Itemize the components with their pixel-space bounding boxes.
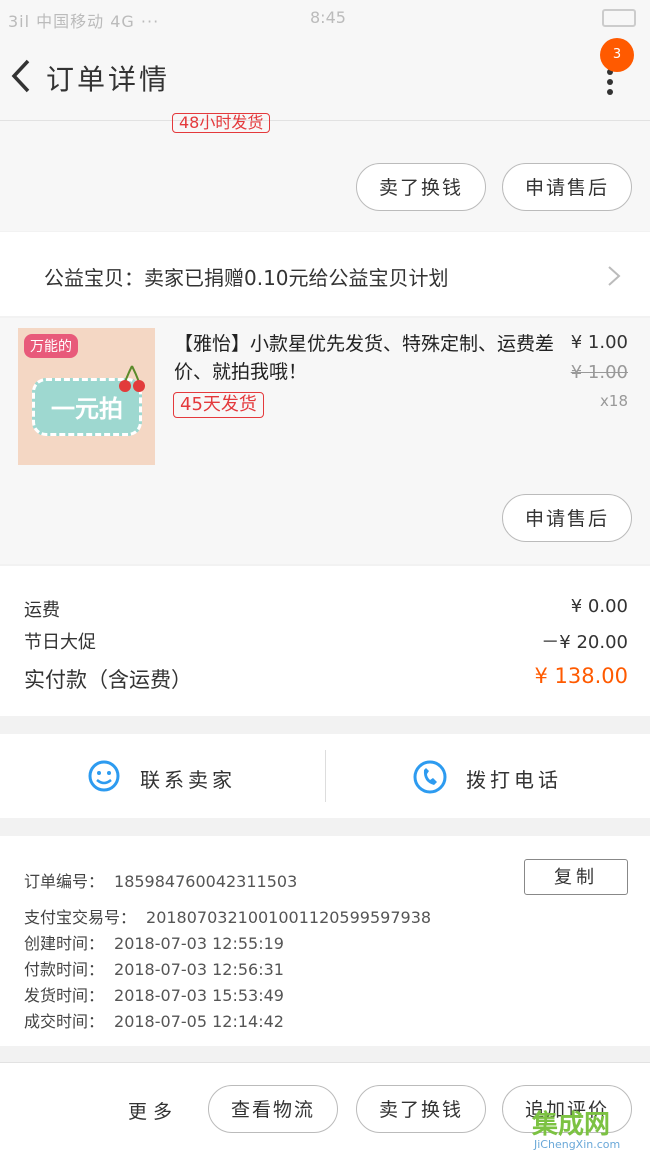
payment-summary: 运费 ¥ 0.00 节日大促 －¥ 20.00 实付款（含运费） ¥ 138.0… (0, 566, 650, 716)
clock: 8:45 (310, 8, 346, 27)
phone-icon (413, 760, 447, 794)
chat-bubble-icon (88, 760, 120, 792)
ship-tag: 48小时发货 (172, 113, 271, 133)
deal-time: 成交时间： 2018-07-05 12:14:42 (24, 1012, 284, 1031)
paid-label: 实付款（含运费） (24, 668, 192, 692)
watermark: 集成网 JiChengXin.com (528, 1104, 646, 1154)
watermark-brand: 集成网 (532, 1110, 611, 1140)
created-time: 创建时间： 2018-07-03 12:55:19 (24, 934, 284, 953)
shipping-label: 运费 (24, 600, 60, 621)
thumb-label-top: 万能的 (24, 334, 78, 358)
contact-seller-button[interactable]: 联系卖家 (0, 734, 325, 818)
contact-bar: 联系卖家 拨打电话 (0, 734, 650, 818)
product-price: ¥ 1.00 (570, 332, 628, 353)
promo-label: 节日大促 (24, 632, 96, 653)
bottom-resell-button[interactable]: 卖了换钱 (356, 1085, 486, 1133)
product-card[interactable]: 万能的 一元拍 【雅怡】小款星优先发货、特殊定制、运费差价、就拍我哦！ 45天发… (0, 318, 650, 564)
status-bar: 3il 中国移动 4G ··· 8:45 (0, 0, 650, 36)
ship-time-tag: 45天发货 (173, 392, 264, 418)
notification-badge: 3 (600, 38, 634, 72)
product-title: 【雅怡】小款星优先发货、特殊定制、运费差价、就拍我哦！ (174, 333, 555, 383)
order-info: 订单编号： 185984760042311503 复制 支付宝交易号： 201807… (0, 836, 650, 1046)
shipping-value: ¥ 0.00 (570, 596, 628, 617)
call-phone-button[interactable]: 拨打电话 (326, 734, 650, 818)
previous-item-actions: 48小时发货 卖了换钱 申请售后 (0, 113, 650, 231)
battery-icon (602, 9, 636, 27)
back-arrow-icon[interactable] (8, 58, 38, 94)
product-after-sale-button[interactable]: 申请售后 (502, 494, 632, 542)
nav-bar: 订单详情 3 (0, 36, 650, 121)
contact-seller-label: 联系卖家 (140, 768, 236, 792)
charity-row[interactable]: 公益宝贝：卖家已捐赠0.10元给公益宝贝计划 (0, 232, 650, 316)
paid-time: 付款时间： 2018-07-03 12:56:31 (24, 960, 284, 979)
more-button[interactable]: 更多 (128, 1097, 178, 1124)
paid-value: ¥ 138.00 (534, 664, 628, 688)
view-logistics-button[interactable]: 查看物流 (208, 1085, 338, 1133)
carrier-signal: 3il 中国移动 4G ··· (8, 12, 160, 31)
page-title: 订单详情 (46, 63, 171, 96)
copy-button[interactable]: 复制 (524, 859, 628, 895)
chevron-right-icon (608, 266, 621, 286)
after-sale-button[interactable]: 申请售后 (502, 163, 632, 211)
shipped-time: 发货时间： 2018-07-03 15:53:49 (24, 986, 284, 1005)
cherry-icon (119, 365, 145, 392)
watermark-url: JiChengXin.com (534, 1138, 621, 1151)
order-number: 订单编号： 185984760042311503 (24, 872, 298, 891)
charity-text: 公益宝贝：卖家已捐赠0.10元给公益宝贝计划 (44, 266, 449, 290)
product-quantity: x18 (600, 392, 628, 410)
product-thumbnail[interactable]: 万能的 一元拍 (18, 328, 155, 465)
product-original-price: ¥ 1.00 (570, 362, 628, 383)
promo-value: －¥ 20.00 (541, 632, 628, 653)
alipay-number: 支付宝交易号： 2018070321001001120599597938 (24, 908, 432, 927)
call-phone-label: 拨打电话 (466, 768, 562, 792)
resell-button[interactable]: 卖了换钱 (356, 163, 486, 211)
